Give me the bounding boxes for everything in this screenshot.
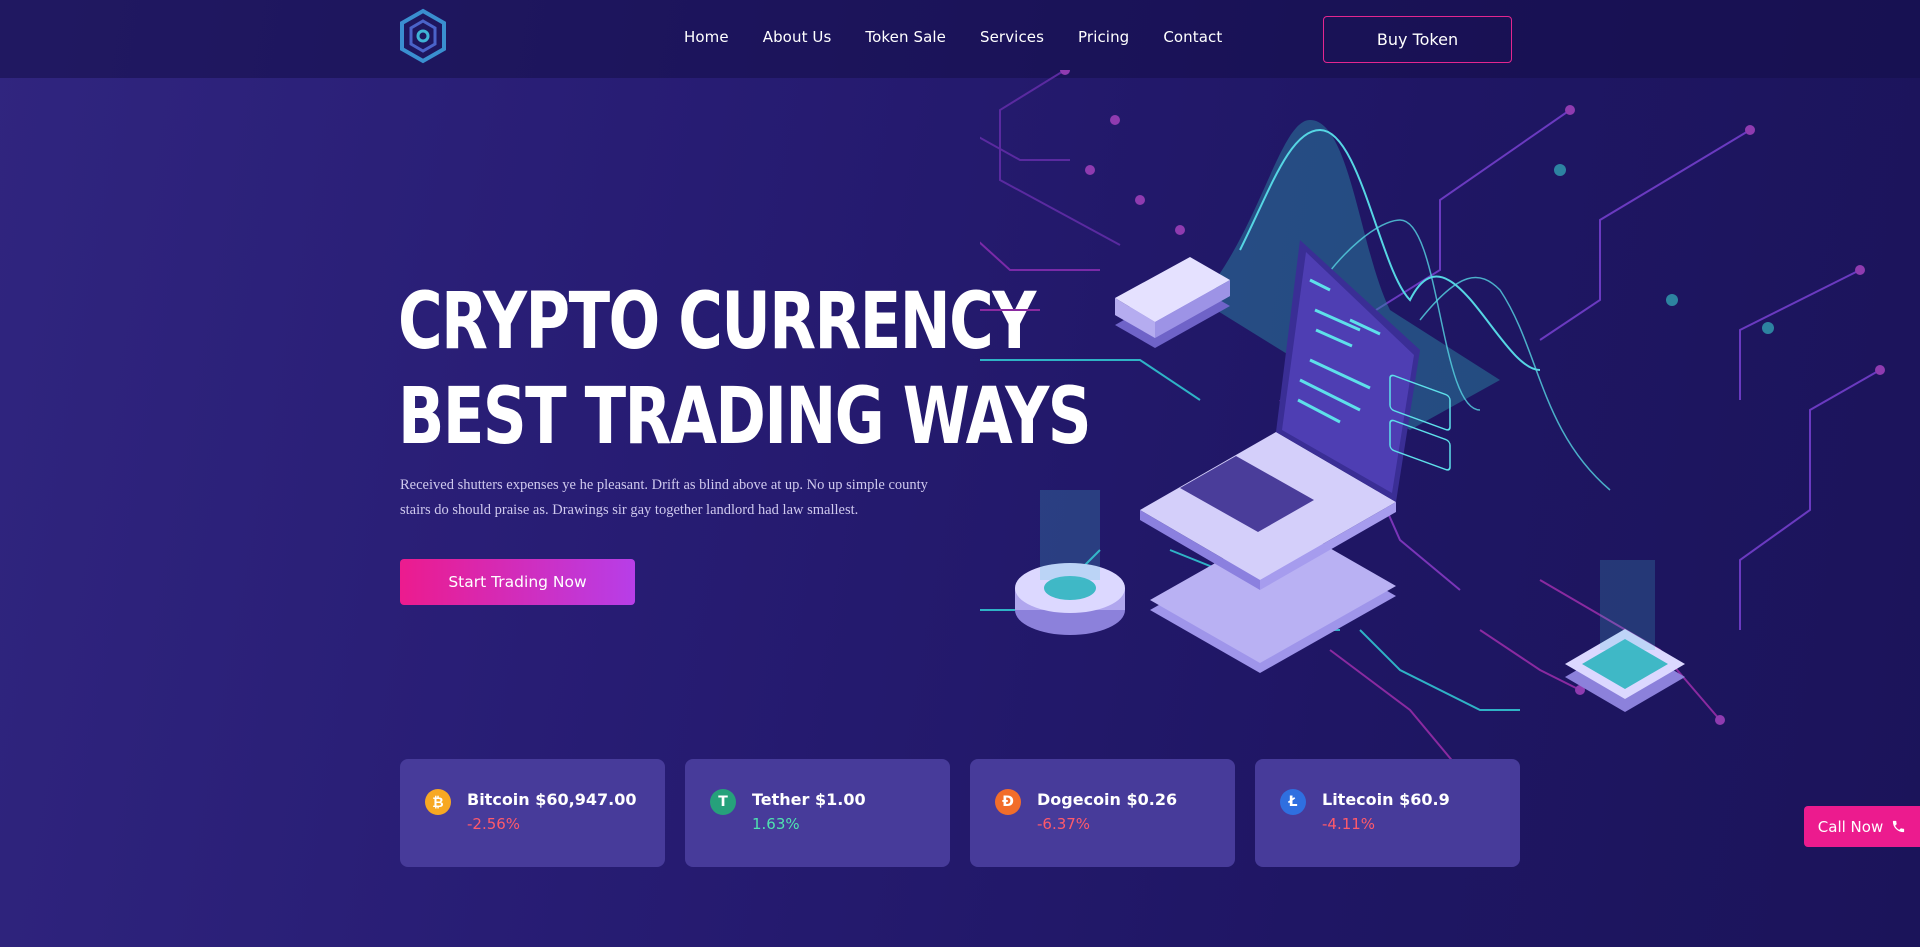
nav-services-link[interactable]: Services [980, 28, 1044, 46]
coin-card-tether[interactable]: T Tether $1.00 1.63% [685, 759, 950, 867]
nav-token-sale-link[interactable]: Token Sale [865, 28, 946, 46]
brand-logo-icon[interactable] [398, 8, 448, 64]
nav-pricing-link[interactable]: Pricing [1078, 28, 1129, 46]
nav-about-link[interactable]: About Us [763, 28, 832, 46]
hero-description: Received shutters expenses ye he pleasan… [400, 477, 928, 518]
crypto-laptop-illustration [980, 70, 1885, 775]
buy-token-button[interactable]: Buy Token [1323, 16, 1512, 63]
coin-change: -2.56% [467, 815, 521, 833]
coin-name-price: Dogecoin $0.26 [1037, 790, 1178, 809]
hero-title-line-2: BEST TRADING WAYS [398, 372, 1092, 462]
coin-name-price: Litecoin $60.9 [1322, 790, 1450, 809]
tether-icon: T [710, 789, 736, 815]
coin-card-dogecoin[interactable]: Ð Dogecoin $0.26 -6.37% [970, 759, 1235, 867]
coin-change: -4.11% [1322, 815, 1376, 833]
coin-name-price: Tether $1.00 [752, 790, 866, 809]
dogecoin-icon: Ð [995, 789, 1021, 815]
hero-title: CRYPTO CURRENCY BEST TRADING WAYS [398, 275, 1092, 465]
main-nav: Home About Us Token Sale Services Pricin… [684, 28, 1222, 46]
coin-change: -6.37% [1037, 815, 1091, 833]
bitcoin-icon: ₿ [425, 789, 451, 815]
coin-card-litecoin[interactable]: Ł Litecoin $60.9 -4.11% [1255, 759, 1520, 867]
phone-icon [1893, 820, 1905, 833]
start-trading-button[interactable]: Start Trading Now [400, 559, 635, 605]
call-now-label: Call Now [1817, 817, 1884, 836]
call-now-button[interactable]: Call Now [1804, 806, 1920, 847]
coin-change: 1.63% [752, 815, 800, 833]
coin-ticker-cards: ₿ Bitcoin $60,947.00 -2.56% T Tether $1.… [400, 759, 1520, 867]
hero-title-line-1: CRYPTO CURRENCY [398, 277, 1036, 367]
coin-name-price: Bitcoin $60,947.00 [467, 790, 637, 809]
coin-card-bitcoin[interactable]: ₿ Bitcoin $60,947.00 -2.56% [400, 759, 665, 867]
litecoin-icon: Ł [1280, 789, 1306, 815]
nav-contact-link[interactable]: Contact [1163, 28, 1222, 46]
nav-home-link[interactable]: Home [684, 28, 729, 46]
